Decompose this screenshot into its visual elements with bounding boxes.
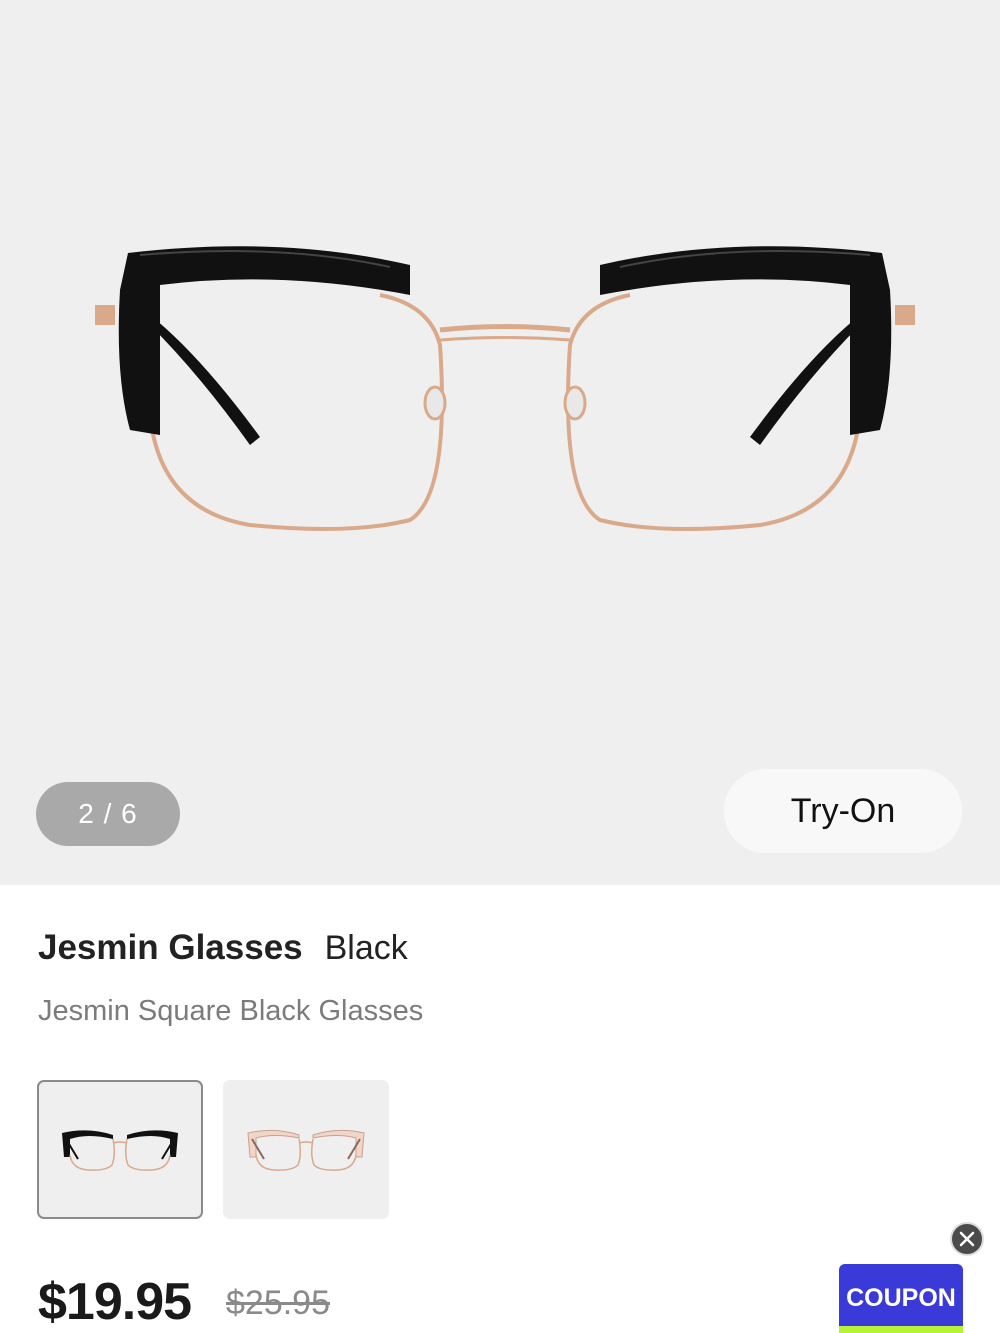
product-gallery[interactable]: 2 / 6 Try-On	[0, 0, 1000, 885]
color-swatch-rose-gold[interactable]	[223, 1080, 389, 1219]
product-title-row: Jesmin Glasses Black	[38, 928, 408, 968]
product-subtitle: Jesmin Square Black Glasses	[38, 995, 424, 1027]
product-color: Black	[324, 929, 408, 967]
glasses-thumbnail-black	[62, 1129, 178, 1171]
try-on-button[interactable]: Try-On	[723, 768, 963, 854]
product-name: Jesmin Glasses	[38, 928, 303, 967]
coupon-button[interactable]: COUPON	[839, 1264, 963, 1333]
current-price: $19.95	[38, 1273, 192, 1331]
original-price: $25.95	[226, 1284, 330, 1322]
product-image	[95, 246, 915, 531]
glasses-thumbnail-rose-gold	[247, 1129, 365, 1171]
close-icon[interactable]	[950, 1222, 984, 1256]
color-swatch-black[interactable]	[37, 1080, 203, 1219]
image-pager: 2 / 6	[36, 782, 180, 846]
